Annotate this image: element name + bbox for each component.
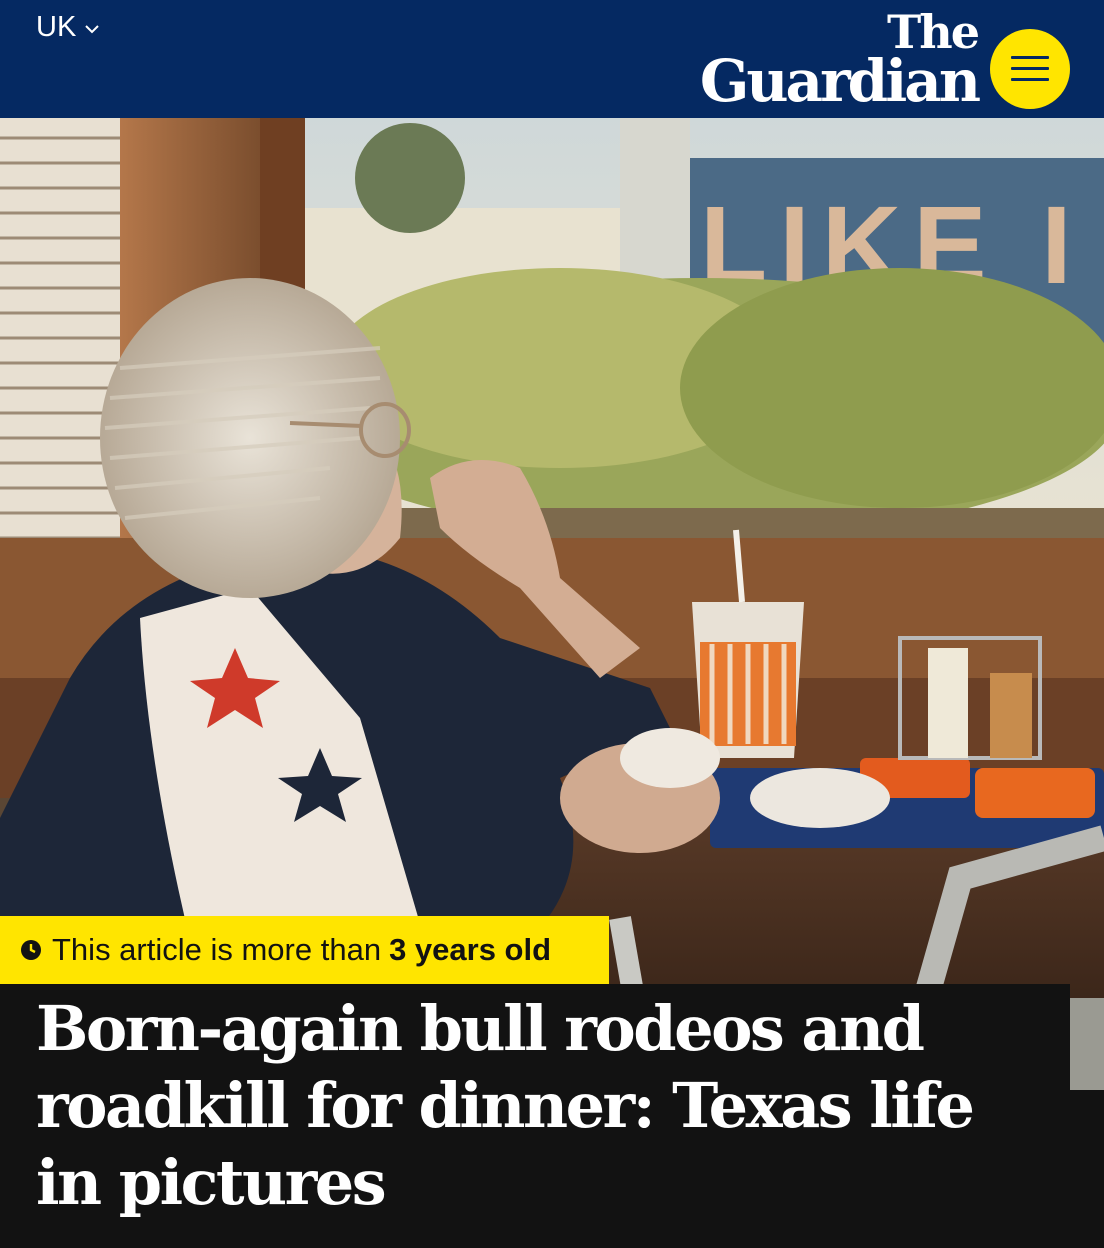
age-prefix: This article is more than: [52, 932, 382, 967]
site-header: UK The Guardian: [0, 0, 1104, 118]
age-value: 3 years old: [389, 932, 552, 967]
menu-button[interactable]: [990, 29, 1070, 109]
guardian-logo[interactable]: The Guardian: [699, 9, 981, 115]
edition-switcher[interactable]: UK: [36, 10, 100, 44]
article-age-badge: This article is more than 3 years old: [0, 916, 609, 984]
hamburger-icon: [1011, 56, 1049, 59]
clock-icon: [21, 940, 41, 960]
article-headline: Born-again bull rodeos and roadkill for …: [36, 992, 975, 1219]
chevron-down-icon: [85, 25, 100, 34]
logo-line2: Guardian: [699, 47, 981, 115]
edition-label: UK: [36, 11, 77, 43]
